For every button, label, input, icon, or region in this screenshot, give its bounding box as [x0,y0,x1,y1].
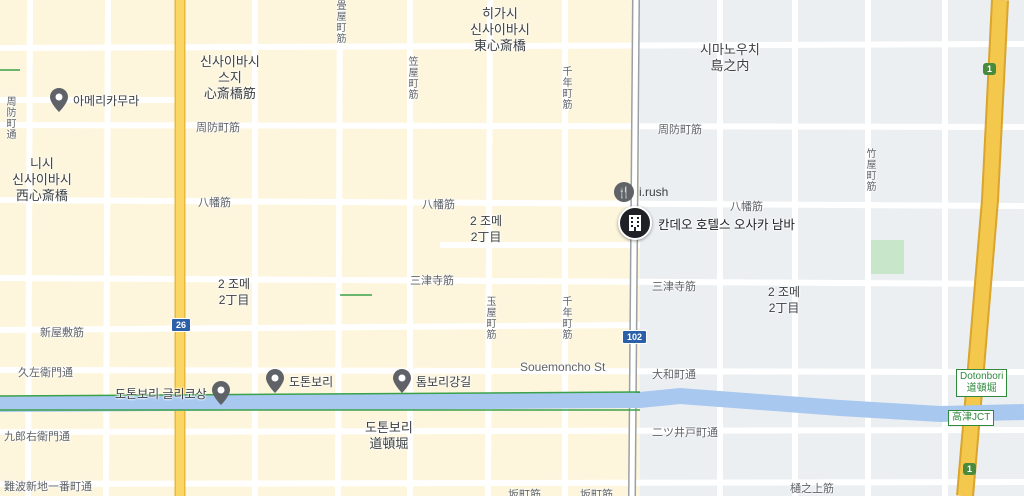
fork-knife-icon: 🍴 [614,182,634,202]
junction-takatsu: 高津JCT [948,410,995,426]
street-label-kasaya: 笠屋町筋 [406,56,417,100]
street-label-take: 竹屋町筋 [864,148,875,192]
route-shield-26: 26 [171,318,192,332]
poi-label: 도톤보리 글리코상 [115,386,207,401]
district-nishi-shinsaibashi: 니시 신사이바시 西心斎橋 [12,156,72,203]
district-higashi-shinsaibashi: 히가시 신사이바시 東心斎橋 [470,6,530,53]
street-label-souemoncho: Souemoncho St [520,360,606,374]
poi-dotonbori[interactable]: 도톤보리 [266,369,333,393]
poi-amerikamura[interactable]: 아메리카무라 [50,88,139,112]
street-label-mitsudera-e: 三津寺筋 [652,281,696,293]
junction-dotonbori: Dotonbori 道頓堀 [956,369,1008,397]
district-2chome-a: 2 조메 2丁目 [470,214,503,244]
hotel-building-icon [618,206,652,240]
poi-i-rush[interactable]: 🍴 i.rush [614,182,668,202]
hotel-label: 칸데오 호텔스 오사카 남바 [658,217,795,232]
expressway-shield-1a: 1 [983,63,997,75]
map-pin-icon [266,369,284,393]
street-label-futatsuido: 二ツ井戸町通 [652,427,718,439]
street-label-hinouekami: 樋之上筋 [790,483,834,495]
street-label-bottom-a: 坂町筋 [508,489,541,496]
street-label-suomachi-w: 周防町筋 [196,122,240,134]
poi-label: 톰보리강길 [416,374,472,389]
park [870,240,904,274]
street-label-kurouemon: 九郎右衛門通 [4,431,70,443]
district-2chome-c: 2 조메 2丁目 [768,285,801,315]
street-label-shuyamachi: 周防町通 [4,96,15,140]
map-pin-icon [393,369,411,393]
route-shield-102: 102 [622,330,648,344]
map-pin-icon [211,381,230,405]
street-label-mitsudera-m: 三津寺筋 [410,275,454,287]
poi-glico[interactable]: 도톤보리 글리코상 [115,381,230,405]
street-label-suomachi-e: 周防町筋 [658,124,702,136]
poi-tombori[interactable]: 톰보리강길 [393,369,471,393]
map-pin-icon [50,88,68,112]
poi-label: 아메리카무라 [73,93,140,108]
street-label-tama: 玉屋町筋 [484,296,495,340]
street-label-kyuzaemon: 久左衛門通 [18,367,73,379]
street-label-sennichi-n: 千年町筋 [560,66,571,110]
expressway-shield-1b: 1 [963,463,977,475]
restaurant-label: i.rush [639,185,669,199]
district-shinsaibashisuji: 신사이바시 스지 心斎橋筋 [200,54,260,101]
poi-label: 도톤보리 [289,374,334,389]
street-label-sennichi-s: 千年町筋 [560,296,571,340]
street-label-yamato: 大和町通 [652,369,696,381]
street-label-yawata-w: 八幡筋 [198,197,231,209]
street-label-bottom-b: 坂町筋 [580,489,613,496]
street-label-shinyashiki: 新屋敷筋 [40,327,84,339]
district-2chome-b: 2 조메 2丁目 [218,277,251,307]
district-shimanouchi: 시마노우치 島之内 [700,42,760,73]
street-label-tatamiya: 畳屋町筋 [334,0,345,44]
map-base [0,0,1024,496]
street-label-namba-shinchi: 難波新地一番町通 [4,481,92,493]
street-label-yawata-m: 八幡筋 [422,199,455,211]
map-canvas[interactable]: 히가시 신사이바시 東心斎橋 시마노우치 島之内 신사이바시 스지 心斎橋筋 니시 신사이바… [0,0,1024,496]
district-dotonbori: 도톤보리 道頓堀 [365,420,413,451]
selected-hotel-marker[interactable]: 칸데오 호텔스 오사카 남바 [618,206,795,240]
